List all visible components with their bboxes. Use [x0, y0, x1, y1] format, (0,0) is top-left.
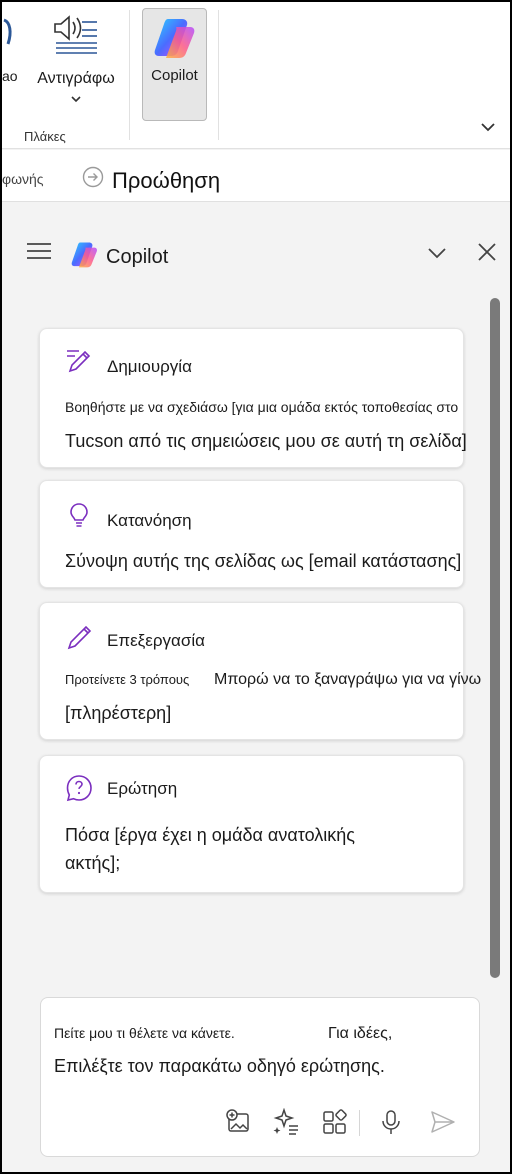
copilot-logo-icon — [154, 19, 195, 58]
chevron-down-icon[interactable] — [426, 245, 448, 261]
ribbon-divider — [218, 10, 219, 140]
chat-input[interactable]: Πείτε μου τι θέλετε να κάνετε. Για ιδέες… — [40, 997, 480, 1157]
partial-ribbon-label: ao — [2, 68, 18, 84]
copilot-ribbon-button[interactable]: Copilot — [142, 8, 207, 121]
collapse-ribbon-icon[interactable] — [479, 120, 497, 134]
card-text: ακτής]; — [65, 853, 121, 873]
ribbon-group-label: Πλάκες — [24, 129, 66, 144]
app-frame: ao Αντιγράφω Πλάκες Copilot φωνής Προώθη… — [0, 0, 512, 1174]
secondary-toolbar: φωνής Προώθηση — [2, 150, 510, 202]
card-text: Βοηθήστε με να σχεδιάσω [για μια ομάδα ε… — [65, 399, 459, 415]
toolbar-partial-text: φωνής — [2, 171, 44, 187]
card-title: Κατανόηση — [107, 511, 192, 530]
dictate-icon — [54, 15, 97, 54]
dictate-label: Αντιγράφω — [37, 70, 115, 87]
dictate-button[interactable]: Αντιγράφω — [28, 8, 124, 118]
card-text: [πληρέστερη] — [65, 703, 172, 723]
input-hint: Επιλέξτε τον παρακάτω οδηγό ερώτησης. — [54, 1056, 385, 1076]
hamburger-menu-icon[interactable] — [26, 240, 52, 262]
card-title: Ερώτηση — [107, 779, 178, 798]
scrollbar[interactable] — [490, 298, 500, 978]
apps-grid-icon[interactable] — [321, 1108, 349, 1136]
card-text: Προτείνετε 3 τρόπους — [65, 672, 190, 687]
card-text: Tucson από τις σημειώσεις μου σε αυτή τη… — [65, 431, 467, 451]
prompt-sparkle-icon[interactable] — [273, 1108, 301, 1136]
add-image-icon[interactable] — [225, 1108, 253, 1136]
copilot-pane: Copilot Δημιουργία Βοηθήστε με να σχεδιά… — [6, 220, 506, 1172]
copilot-logo-icon — [71, 242, 97, 268]
pane-title: Copilot — [106, 246, 169, 268]
send-icon[interactable] — [429, 1108, 457, 1136]
card-text: Πόσα [έργα έχει η ομάδα ανατολικής — [65, 825, 355, 845]
chevron-down-icon — [71, 96, 81, 103]
partial-ribbon-icon — [3, 18, 12, 45]
card-text: Μπορώ να το ξαναγράψω για να γίνω — [214, 671, 482, 688]
lightbulb-icon — [70, 503, 88, 527]
prompt-card-understand[interactable]: Κατανόηση Σύνοψη αυτής της σελίδας ως [e… — [39, 480, 464, 588]
close-icon[interactable] — [476, 241, 498, 263]
input-hint: Πείτε μου τι θέλετε να κάνετε. — [54, 1025, 235, 1041]
microphone-icon[interactable] — [377, 1108, 405, 1136]
card-text: Σύνοψη αυτής της σελίδας ως [email κατάσ… — [65, 551, 462, 571]
pen-sparkle-icon — [67, 350, 91, 373]
copilot-ribbon-label: Copilot — [151, 67, 198, 84]
forward-arrow-icon[interactable] — [82, 166, 104, 188]
input-hint: Για ιδέες, — [328, 1025, 393, 1042]
pencil-icon — [67, 625, 92, 650]
question-bubble-icon — [66, 775, 92, 802]
prompt-card-ask[interactable]: Ερώτηση Πόσα [έργα έχει η ομάδα ανατολικ… — [39, 755, 464, 893]
ribbon: ao Αντιγράφω Πλάκες Copilot — [2, 2, 510, 149]
forward-label[interactable]: Προώθηση — [112, 168, 220, 194]
prompt-card-create[interactable]: Δημιουργία Βοηθήστε με να σχεδιάσω [για … — [39, 328, 467, 468]
ribbon-divider — [129, 10, 130, 140]
card-title: Επεξεργασία — [107, 631, 205, 650]
prompt-card-edit[interactable]: Επεξεργασία Προτείνετε 3 τρόπους Μπορώ ν… — [39, 602, 481, 740]
toolbar-divider — [359, 1110, 360, 1136]
card-title: Δημιουργία — [107, 357, 192, 376]
